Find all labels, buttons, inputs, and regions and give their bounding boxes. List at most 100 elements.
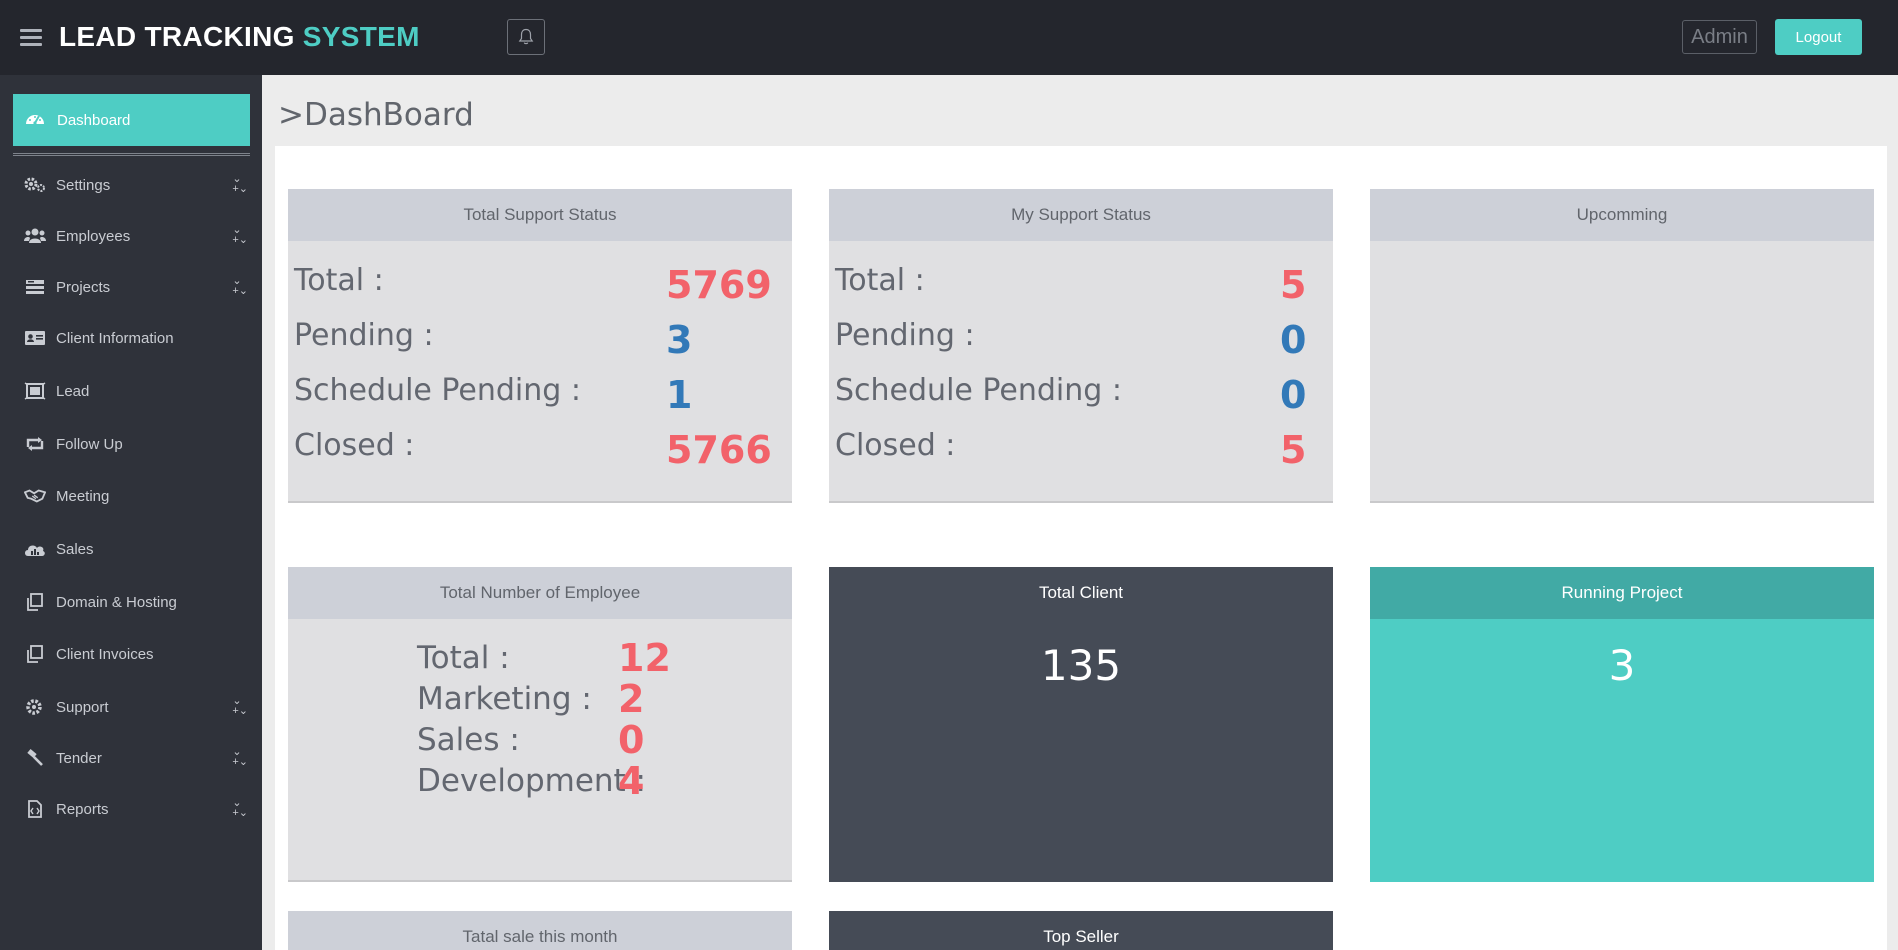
stat-label: Schedule Pending : [835,373,1122,408]
card-title: Upcomming [1370,189,1874,241]
employee-stat-value: 2 [618,677,645,721]
stat-label: Total : [294,263,384,298]
expand-icon[interactable]: ⌄ +⌄ [232,174,248,195]
handshake-icon [24,487,46,505]
stat-value: 1 [666,373,693,417]
id-card-icon [24,329,46,347]
sidebar-item-label: Projects [56,278,111,296]
stat-value: 5769 [666,263,772,307]
sidebar-item-client-information[interactable]: Client Information [24,321,250,355]
expand-icon[interactable]: ⌄ +⌄ [232,276,248,297]
sidebar-item-label: Reports [56,800,109,818]
server-icon [24,278,46,296]
sidebar-item-support[interactable]: Support ⌄ +⌄ [24,690,250,724]
bell-icon [518,28,534,45]
employee-stat-label: Development : [417,763,646,799]
sidebar-item-label: Follow Up [56,435,123,453]
sidebar-item-employees[interactable]: Employees ⌄ +⌄ [24,219,250,253]
employee-stat-label: Total : [417,640,510,676]
expand-icon[interactable]: ⌄ +⌄ [232,798,248,819]
expand-icon[interactable]: ⌄ +⌄ [232,696,248,717]
menu-toggle-icon[interactable] [20,29,42,47]
sidebar-item-domain-hosting[interactable]: Domain & Hosting [24,585,250,619]
frame-icon [24,382,46,400]
stat-value: 5 [1280,428,1307,472]
sidebar-item-tender[interactable]: Tender ⌄ +⌄ [24,741,250,775]
card-title: Tatal sale this month [288,911,792,950]
total-support-card: Total Support Status Total : Pending : S… [288,189,792,503]
sidebar-item-projects[interactable]: Projects ⌄ +⌄ [24,270,250,304]
card-title: My Support Status [829,189,1333,241]
app-brand[interactable]: LEAD TRACKING SYSTEM [59,21,420,53]
employee-stat-value: 0 [618,718,645,762]
notifications-button[interactable] [507,19,545,55]
brand-main-text: LEAD TRACKING [59,21,295,52]
stat-label: Closed : [835,428,956,463]
my-support-card: My Support Status Total : Pending : Sche… [829,189,1333,503]
expand-icon[interactable]: ⌄ +⌄ [232,747,248,768]
gear-icon [24,698,46,716]
card-title: Total Support Status [288,189,792,241]
stat-value: 3 [666,318,693,362]
sale-month-card: Tatal sale this month [288,911,792,950]
top-seller-card: Top Seller [829,911,1333,950]
sidebar-item-settings[interactable]: Settings ⌄ +⌄ [24,168,250,202]
sidebar-item-sales[interactable]: Sales [24,532,250,566]
sidebar-item-label: Dashboard [57,111,131,129]
file-icon [24,800,46,818]
total-client-card: Total Client 135 [829,567,1333,882]
running-project-value: 3 [1608,641,1636,690]
copy-icon [24,593,46,611]
stat-value: 0 [1280,373,1307,417]
stat-value: 0 [1280,318,1307,362]
expand-icon[interactable]: ⌄ +⌄ [232,225,248,246]
stat-label: Total : [835,263,925,298]
sidebar-item-label: Client Invoices [56,645,154,663]
stat-label: Closed : [294,428,415,463]
sidebar-item-reports[interactable]: Reports ⌄ +⌄ [24,792,250,826]
logout-button[interactable]: Logout [1775,19,1862,55]
employee-stat-label: Marketing : [417,681,592,717]
sidebar-item-label: Sales [56,540,94,558]
copy-icon [24,645,46,663]
sidebar-item-label: Meeting [56,487,110,505]
sidebar-item-follow-up[interactable]: Follow Up [24,427,250,461]
employees-card: Total Number of Employee Total : Marketi… [288,567,792,882]
running-project-card: Running Project 3 [1370,567,1874,882]
stat-label: Schedule Pending : [294,373,581,408]
sidebar-item-label: Domain & Hosting [56,593,177,611]
stat-label: Pending : [835,318,975,353]
employee-stat-value: 4 [618,759,645,803]
sidebar-divider [13,153,250,156]
card-title: Top Seller [829,911,1333,950]
stat-value: 5 [1280,263,1307,307]
page-title: >DashBoard [278,97,474,133]
cloud-chart-icon [24,540,46,558]
sidebar-item-client-invoices[interactable]: Client Invoices [24,637,250,671]
retweet-icon [24,435,46,453]
sidebar-item-label: Support [56,698,109,716]
sidebar-item-dashboard[interactable]: Dashboard [13,94,250,146]
users-icon [24,227,46,245]
sidebar-item-label: Lead [56,382,90,400]
sidebar-item-lead[interactable]: Lead [24,374,250,408]
sidebar-item-label: Tender [56,749,102,767]
sidebar-item-meeting[interactable]: Meeting [24,479,250,513]
card-title: Total Number of Employee [288,567,792,619]
gears-icon [24,176,46,194]
total-client-value: 135 [1040,641,1122,690]
dashboard-icon [25,110,45,130]
stat-value: 5766 [666,428,772,472]
card-title: Total Client [829,567,1333,619]
stat-label: Pending : [294,318,434,353]
sidebar: Dashboard Settings ⌄ +⌄ Employees ⌄ +⌄ Pro… [0,75,262,950]
top-navbar: LEAD TRACKING SYSTEM Admin Logout [0,0,1898,75]
sidebar-item-label: Employees [56,227,131,245]
upcoming-card: Upcomming [1370,189,1874,503]
brand-accent-text: SYSTEM [302,21,420,52]
sidebar-item-label: Settings [56,176,111,194]
sidebar-item-label: Client Information [56,329,174,347]
employee-stat-label: Sales : [417,722,520,758]
card-title: Running Project [1370,567,1874,619]
admin-button[interactable]: Admin [1682,20,1757,54]
